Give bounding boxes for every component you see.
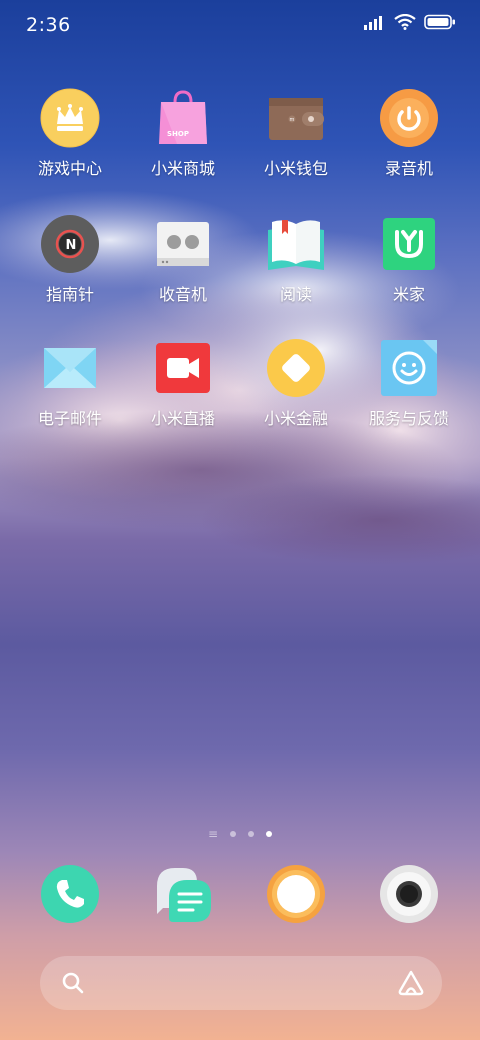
app-mi-wallet[interactable]: m 小米钱包 (240, 88, 352, 178)
app-email[interactable]: 电子邮件 (14, 338, 126, 428)
compass-icon: N (41, 215, 99, 273)
service-feedback-smile-icon (381, 340, 437, 396)
app-game-center[interactable]: 游戏中心 (14, 88, 126, 178)
search-bar[interactable] (40, 956, 442, 1010)
mi-store-shop-bag-icon: SHOP (159, 90, 207, 144)
page-indicator: ≡ (0, 828, 480, 840)
camera-icon (380, 865, 438, 923)
dock-browser[interactable] (240, 864, 352, 924)
app-label: 录音机 (384, 159, 433, 178)
app-mi-store[interactable]: SHOP 小米商城 (127, 88, 239, 178)
app-label: 电子邮件 (37, 409, 102, 428)
app-recorder[interactable]: 录音机 (353, 88, 465, 178)
page-dot-active[interactable] (266, 831, 273, 837)
radio-icon (157, 222, 209, 266)
app-label: 小米商城 (150, 159, 215, 178)
signal-icon (364, 16, 382, 30)
app-mi-finance[interactable]: 小米金融 (240, 338, 352, 428)
app-compass[interactable]: N 指南针 (14, 214, 126, 304)
status-bar: 2:36 (0, 0, 480, 52)
app-label: 米家 (392, 285, 425, 304)
mi-wallet-icon: m (269, 98, 324, 140)
wifi-icon (394, 14, 416, 30)
page-dot[interactable] (230, 831, 237, 837)
app-label: 小米金融 (263, 409, 328, 428)
mijia-icon (383, 218, 435, 270)
app-mijia[interactable]: 米家 (353, 214, 465, 304)
svg-text:m: m (290, 117, 295, 123)
page-dot[interactable] (248, 831, 255, 837)
messages-icon (157, 868, 211, 922)
search-icon (62, 972, 84, 994)
svg-text:SHOP: SHOP (167, 130, 189, 138)
mi-live-camera-icon (156, 343, 210, 393)
dock (0, 864, 480, 924)
game-center-crown-icon (40, 88, 100, 148)
app-label: 服务与反馈 (368, 409, 449, 428)
email-envelope-icon (44, 348, 96, 388)
app-label: 指南针 (45, 285, 94, 304)
status-time: 2:36 (26, 14, 71, 36)
dock-camera[interactable] (353, 864, 465, 924)
assistant-icon[interactable] (396, 969, 426, 997)
reading-book-icon (268, 220, 324, 270)
mi-finance-icon (267, 339, 325, 397)
app-label: 小米钱包 (263, 159, 328, 178)
app-label: 小米直播 (150, 409, 215, 428)
app-service-feedback[interactable]: 服务与反馈 (353, 338, 465, 428)
recorder-icon (380, 89, 438, 147)
status-icons (364, 14, 456, 30)
dock-messages[interactable] (127, 864, 239, 924)
svg-text:N: N (66, 238, 77, 253)
app-radio[interactable]: 收音机 (127, 214, 239, 304)
app-reading[interactable]: 阅读 (240, 214, 352, 304)
app-mi-live[interactable]: 小米直播 (127, 338, 239, 428)
battery-icon (424, 14, 455, 30)
page-menu-icon[interactable]: ≡ (208, 828, 218, 840)
app-label: 阅读 (279, 285, 312, 304)
dock-phone[interactable] (14, 864, 126, 924)
app-label: 游戏中心 (37, 159, 102, 178)
phone-icon (41, 865, 99, 923)
browser-icon (267, 865, 325, 923)
app-label: 收音机 (158, 285, 207, 304)
